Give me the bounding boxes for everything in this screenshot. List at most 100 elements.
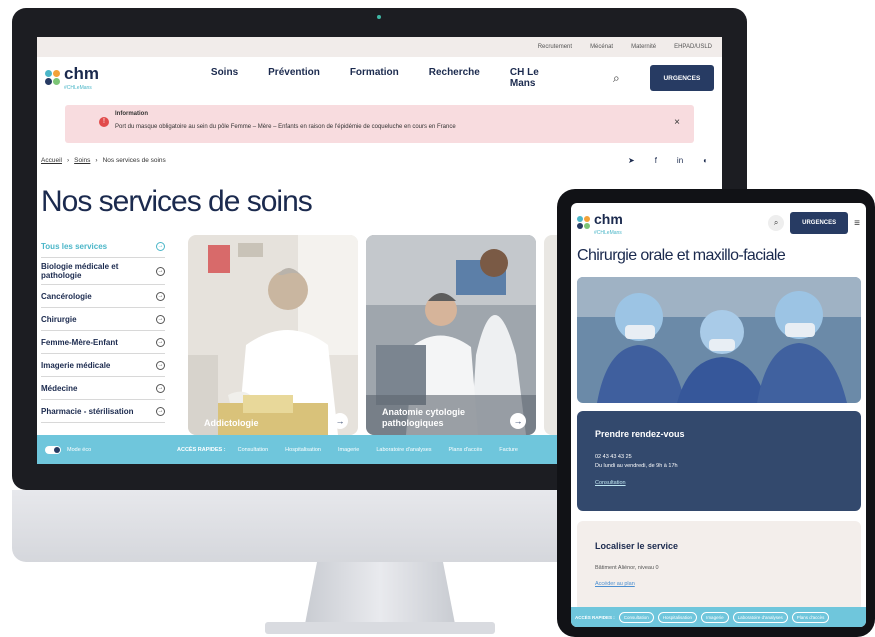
logo-icon	[45, 70, 61, 86]
quick-access-label: ACCÈS RAPIDES :	[575, 614, 615, 620]
arrow-right-icon: →	[156, 406, 165, 416]
eco-mode-toggle[interactable]	[45, 445, 61, 454]
quick-link-hospitalisation[interactable]: Hospitalisation	[657, 611, 698, 623]
service-filter-cancerologie[interactable]: Cancérologie →	[41, 285, 165, 308]
location-address: Bâtiment Aliénor, niveau 0	[595, 565, 659, 571]
arrow-right-icon: →	[510, 413, 526, 429]
breadcrumb-current: Nos services de soins	[102, 157, 166, 164]
tablet-nav: chm #CHLeMans ⌕ URGENCES ≡	[571, 203, 866, 243]
quick-link-plans[interactable]: Plans d'accès	[449, 447, 483, 453]
arrow-right-icon: →	[156, 383, 165, 393]
chevron-right-icon: ›	[66, 157, 70, 164]
card-photo	[366, 235, 536, 435]
arrow-right-icon: →	[156, 337, 165, 347]
map-link[interactable]: Accéder au plan	[595, 581, 843, 587]
info-alert: ! Information Port du masque obligatoire…	[65, 105, 694, 143]
service-label: Femme-Mère-Enfant	[41, 337, 118, 347]
service-label: Tous les services	[41, 241, 108, 251]
send-icon[interactable]: ➤	[628, 156, 635, 165]
arrow-right-icon: →	[156, 360, 165, 370]
card-title: Addictologie	[204, 418, 259, 429]
service-photo	[577, 277, 861, 403]
logo[interactable]: chm #CHLeMans	[577, 211, 623, 236]
arrow-right-icon: →	[332, 413, 348, 429]
quick-link-consultation[interactable]: Consultation	[238, 447, 269, 453]
quick-link-consultation[interactable]: Consultation	[618, 611, 654, 623]
urgences-button[interactable]: URGENCES	[790, 212, 849, 234]
service-label: Chirurgie	[41, 314, 77, 324]
breadcrumb: Accueil › Soins › Nos services de soins …	[37, 143, 722, 165]
nav-formation[interactable]: Formation	[350, 67, 399, 89]
service-filter-all[interactable]: Tous les services →	[41, 235, 165, 258]
logo-text: chm	[64, 64, 99, 83]
service-label: Médecine	[41, 383, 78, 393]
tablet-screen: chm #CHLeMans ⌕ URGENCES ≡ Chirurgie ora…	[571, 203, 866, 627]
card-photo	[188, 235, 358, 435]
opening-hours: Du lundi au vendredi, de 9h à 17h	[595, 463, 678, 469]
nav-ch-le-mans[interactable]: CH Le Mans	[510, 67, 558, 89]
arrow-right-icon: →	[156, 241, 165, 251]
info-icon: !	[99, 117, 109, 127]
consultation-link[interactable]: Consultation	[595, 480, 843, 486]
share-bar: ➤ f in ◐	[628, 156, 722, 165]
topbar-link-mecenat[interactable]: Mécénat	[590, 44, 613, 50]
alert-title: Information	[115, 111, 148, 117]
topbar-link-maternite[interactable]: Maternité	[631, 44, 656, 50]
device-mockup: Recrutement Mécénat Maternité EHPAD/USLD…	[0, 0, 875, 637]
surgeons-photo	[577, 277, 861, 403]
logo-tagline: #CHLeMans	[64, 85, 92, 91]
search-icon[interactable]: ⌕	[613, 71, 620, 86]
quick-link-imagerie[interactable]: Imagerie	[701, 611, 729, 623]
logo-tagline: #CHLeMans	[594, 229, 622, 236]
quick-link-hospitalisation[interactable]: Hospitalisation	[285, 447, 321, 453]
quick-link-plans[interactable]: Plans d'accès	[791, 611, 830, 623]
nav-recherche[interactable]: Recherche	[429, 67, 480, 89]
nav-soins[interactable]: Soins	[211, 67, 238, 89]
services-filter-list: Tous les services → Biologie médicale et…	[41, 235, 165, 423]
service-title: Chirurgie orale et maxillo-faciale	[577, 247, 786, 264]
urgences-button[interactable]: URGENCES	[649, 65, 715, 91]
breadcrumb-home[interactable]: Accueil	[41, 157, 62, 164]
service-filter-biologie[interactable]: Biologie médicale et pathologie →	[41, 258, 165, 285]
close-icon[interactable]: ×	[674, 117, 680, 128]
arrow-right-icon: →	[156, 291, 165, 301]
search-icon[interactable]: ⌕	[768, 215, 785, 231]
appointment-card: Prendre rendez-vous 02 43 43 43 25 Du lu…	[577, 411, 861, 511]
service-card-anatomie[interactable]: Anatomie cytologie pathologiques →	[366, 235, 536, 435]
service-filter-medecine[interactable]: Médecine →	[41, 377, 165, 400]
logo[interactable]: chm #CHLeMans	[45, 65, 201, 91]
share-icon[interactable]: ◐	[703, 156, 708, 165]
nav-prevention[interactable]: Prévention	[268, 67, 320, 89]
alert-text: Port du masque obligatoire au sein du pô…	[115, 124, 456, 130]
arrow-right-icon: →	[156, 314, 165, 324]
facebook-icon[interactable]: f	[655, 156, 657, 165]
quick-link-imagerie[interactable]: Imagerie	[338, 447, 359, 453]
appointment-title: Prendre rendez-vous	[595, 429, 685, 439]
arrow-right-icon: →	[156, 266, 165, 276]
quick-link-facture[interactable]: Facture	[499, 447, 518, 453]
service-filter-chirurgie[interactable]: Chirurgie →	[41, 308, 165, 331]
quick-access-bar: ACCÈS RAPIDES : Consultation Hospitalisa…	[571, 607, 866, 627]
logo-text: chm	[594, 210, 623, 227]
phone-number[interactable]: 02 43 43 43 25	[595, 454, 843, 460]
service-label: Imagerie médicale	[41, 360, 111, 370]
main-nav: chm #CHLeMans Soins Prévention Formation…	[37, 57, 722, 99]
service-label: Pharmacie - stérilisation	[41, 406, 134, 416]
breadcrumb-soins[interactable]: Soins	[74, 157, 90, 164]
logo-icon	[577, 216, 591, 230]
service-filter-femme-mere-enfant[interactable]: Femme-Mère-Enfant →	[41, 331, 165, 354]
card-title: Anatomie cytologie pathologiques	[382, 407, 466, 429]
chevron-right-icon: ›	[95, 157, 98, 164]
menu-icon[interactable]: ≡	[854, 218, 860, 229]
location-title: Localiser le service	[595, 541, 679, 551]
webcam	[377, 15, 381, 19]
service-card-addictologie[interactable]: Addictologie →	[188, 235, 358, 435]
topbar-link-recrutement[interactable]: Recrutement	[538, 44, 572, 50]
topbar-link-ehpad[interactable]: EHPAD/USLD	[674, 44, 712, 50]
service-filter-imagerie[interactable]: Imagerie médicale →	[41, 354, 165, 377]
quick-link-laboratoire[interactable]: Laboratoire d'analyses	[732, 611, 788, 623]
linkedin-icon[interactable]: in	[677, 156, 683, 165]
service-filter-pharmacie[interactable]: Pharmacie - stérilisation →	[41, 400, 165, 423]
quick-link-laboratoire[interactable]: Laboratoire d'analyses	[376, 447, 431, 453]
location-card: Localiser le service Bâtiment Aliénor, n…	[577, 521, 861, 611]
